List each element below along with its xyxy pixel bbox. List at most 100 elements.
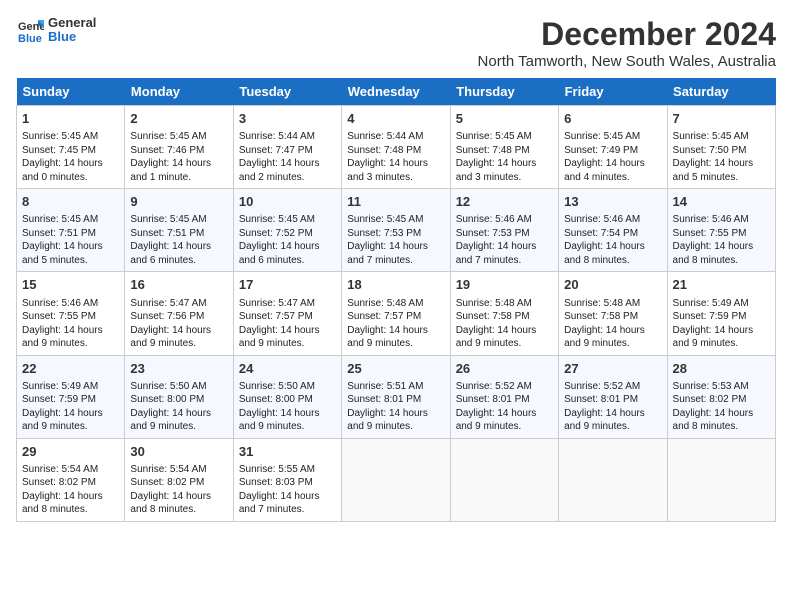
- logo: General Blue General Blue: [16, 16, 96, 45]
- day-number: 3: [239, 110, 336, 128]
- calendar-cell: 13 Sunrise: 5:46 AM Sunset: 7:54 PM Dayli…: [559, 189, 667, 272]
- day-info: Sunrise: 5:44 AM Sunset: 7:47 PM Dayligh…: [239, 130, 336, 184]
- day-number: 6: [564, 110, 661, 128]
- day-info: Sunrise: 5:45 AM Sunset: 7:53 PM Dayligh…: [347, 213, 444, 267]
- day-number: 9: [130, 193, 227, 211]
- day-info: Sunrise: 5:45 AM Sunset: 7:45 PM Dayligh…: [22, 130, 119, 184]
- header-friday: Friday: [559, 78, 667, 106]
- day-number: 14: [673, 193, 770, 211]
- day-info: Sunrise: 5:46 AM Sunset: 7:55 PM Dayligh…: [673, 213, 770, 267]
- day-info: Sunrise: 5:48 AM Sunset: 7:58 PM Dayligh…: [564, 297, 661, 351]
- calendar-header-row: SundayMondayTuesdayWednesdayThursdayFrid…: [17, 78, 776, 106]
- calendar-cell: [559, 438, 667, 521]
- calendar-cell: 28 Sunrise: 5:53 AM Sunset: 8:02 PM Dayli…: [667, 355, 775, 438]
- calendar-cell: 5 Sunrise: 5:45 AM Sunset: 7:48 PM Daylig…: [450, 106, 558, 189]
- calendar-cell: 1 Sunrise: 5:45 AM Sunset: 7:45 PM Daylig…: [17, 106, 125, 189]
- day-number: 31: [239, 443, 336, 461]
- week-row-3: 15 Sunrise: 5:46 AM Sunset: 7:55 PM Dayli…: [17, 272, 776, 355]
- calendar-cell: 23 Sunrise: 5:50 AM Sunset: 8:00 PM Dayli…: [125, 355, 233, 438]
- title-area: December 2024 North Tamworth, New South …: [478, 16, 776, 70]
- header-monday: Monday: [125, 78, 233, 106]
- day-info: Sunrise: 5:50 AM Sunset: 8:00 PM Dayligh…: [130, 380, 227, 434]
- calendar-cell: 4 Sunrise: 5:44 AM Sunset: 7:48 PM Daylig…: [342, 106, 450, 189]
- day-info: Sunrise: 5:54 AM Sunset: 8:02 PM Dayligh…: [22, 463, 119, 517]
- calendar-cell: 26 Sunrise: 5:52 AM Sunset: 8:01 PM Dayli…: [450, 355, 558, 438]
- day-number: 5: [456, 110, 553, 128]
- calendar-cell: 11 Sunrise: 5:45 AM Sunset: 7:53 PM Dayli…: [342, 189, 450, 272]
- day-number: 2: [130, 110, 227, 128]
- day-info: Sunrise: 5:47 AM Sunset: 7:56 PM Dayligh…: [130, 297, 227, 351]
- logo-blue: Blue: [48, 30, 96, 44]
- calendar-cell: 20 Sunrise: 5:48 AM Sunset: 7:58 PM Dayli…: [559, 272, 667, 355]
- day-number: 18: [347, 276, 444, 294]
- day-number: 26: [456, 360, 553, 378]
- header-saturday: Saturday: [667, 78, 775, 106]
- day-number: 15: [22, 276, 119, 294]
- calendar-body: 1 Sunrise: 5:45 AM Sunset: 7:45 PM Daylig…: [17, 106, 776, 522]
- day-number: 21: [673, 276, 770, 294]
- day-number: 19: [456, 276, 553, 294]
- week-row-4: 22Sunrise: 5:49 AM Sunset: 7:59 PM Dayli…: [17, 355, 776, 438]
- day-info: Sunrise: 5:44 AM Sunset: 7:48 PM Dayligh…: [347, 130, 444, 184]
- day-info: Sunrise: 5:46 AM Sunset: 7:54 PM Dayligh…: [564, 213, 661, 267]
- day-number: 17: [239, 276, 336, 294]
- day-number: 25: [347, 360, 444, 378]
- day-info: Sunrise: 5:53 AM Sunset: 8:02 PM Dayligh…: [673, 380, 770, 434]
- day-number: 28: [673, 360, 770, 378]
- calendar-cell: 16 Sunrise: 5:47 AM Sunset: 7:56 PM Dayli…: [125, 272, 233, 355]
- calendar-cell: 29 Sunrise: 5:54 AM Sunset: 8:02 PM Dayli…: [17, 438, 125, 521]
- day-number: 20: [564, 276, 661, 294]
- day-number: 13: [564, 193, 661, 211]
- day-number: 29: [22, 443, 119, 461]
- day-number: 12: [456, 193, 553, 211]
- calendar-cell: [342, 438, 450, 521]
- svg-text:Blue: Blue: [18, 33, 42, 44]
- calendar-cell: 6Sunrise: 5:45 AM Sunset: 7:49 PM Daylig…: [559, 106, 667, 189]
- day-number: 4: [347, 110, 444, 128]
- day-number: 24: [239, 360, 336, 378]
- day-info: Sunrise: 5:46 AM Sunset: 7:53 PM Dayligh…: [456, 213, 553, 267]
- calendar-cell: 9 Sunrise: 5:45 AM Sunset: 7:51 PM Daylig…: [125, 189, 233, 272]
- day-number: 27: [564, 360, 661, 378]
- day-info: Sunrise: 5:51 AM Sunset: 8:01 PM Dayligh…: [347, 380, 444, 434]
- calendar-cell: 15 Sunrise: 5:46 AM Sunset: 7:55 PM Dayli…: [17, 272, 125, 355]
- day-info: Sunrise: 5:52 AM Sunset: 8:01 PM Dayligh…: [564, 380, 661, 434]
- day-number: 10: [239, 193, 336, 211]
- calendar-cell: 2 Sunrise: 5:45 AM Sunset: 7:46 PM Daylig…: [125, 106, 233, 189]
- day-info: Sunrise: 5:45 AM Sunset: 7:51 PM Dayligh…: [130, 213, 227, 267]
- calendar-table: SundayMondayTuesdayWednesdayThursdayFrid…: [16, 78, 776, 522]
- calendar-cell: 19 Sunrise: 5:48 AM Sunset: 7:58 PM Dayli…: [450, 272, 558, 355]
- calendar-cell: 14 Sunrise: 5:46 AM Sunset: 7:55 PM Dayli…: [667, 189, 775, 272]
- day-number: 11: [347, 193, 444, 211]
- day-info: Sunrise: 5:48 AM Sunset: 7:58 PM Dayligh…: [456, 297, 553, 351]
- day-number: 7: [673, 110, 770, 128]
- day-info: Sunrise: 5:45 AM Sunset: 7:48 PM Dayligh…: [456, 130, 553, 184]
- day-info: Sunrise: 5:46 AM Sunset: 7:55 PM Dayligh…: [22, 297, 119, 351]
- day-number: 30: [130, 443, 227, 461]
- day-info: Sunrise: 5:45 AM Sunset: 7:52 PM Dayligh…: [239, 213, 336, 267]
- header-thursday: Thursday: [450, 78, 558, 106]
- calendar-cell: 17Sunrise: 5:47 AM Sunset: 7:57 PM Dayli…: [233, 272, 341, 355]
- day-info: Sunrise: 5:54 AM Sunset: 8:02 PM Dayligh…: [130, 463, 227, 517]
- calendar-cell: 3 Sunrise: 5:44 AM Sunset: 7:47 PM Daylig…: [233, 106, 341, 189]
- calendar-cell: 7Sunrise: 5:45 AM Sunset: 7:50 PM Daylig…: [667, 106, 775, 189]
- day-info: Sunrise: 5:49 AM Sunset: 7:59 PM Dayligh…: [673, 297, 770, 351]
- day-number: 22: [22, 360, 119, 378]
- month-title: December 2024: [478, 16, 776, 53]
- calendar-cell: 12 Sunrise: 5:46 AM Sunset: 7:53 PM Dayli…: [450, 189, 558, 272]
- location-title: North Tamworth, New South Wales, Austral…: [478, 53, 776, 70]
- day-info: Sunrise: 5:48 AM Sunset: 7:57 PM Dayligh…: [347, 297, 444, 351]
- week-row-5: 29 Sunrise: 5:54 AM Sunset: 8:02 PM Dayli…: [17, 438, 776, 521]
- day-info: Sunrise: 5:55 AM Sunset: 8:03 PM Dayligh…: [239, 463, 336, 517]
- calendar-cell: 22Sunrise: 5:49 AM Sunset: 7:59 PM Dayli…: [17, 355, 125, 438]
- calendar-cell: 27 Sunrise: 5:52 AM Sunset: 8:01 PM Dayli…: [559, 355, 667, 438]
- calendar-cell: 30 Sunrise: 5:54 AM Sunset: 8:02 PM Dayli…: [125, 438, 233, 521]
- day-number: 16: [130, 276, 227, 294]
- calendar-cell: 10 Sunrise: 5:45 AM Sunset: 7:52 PM Dayli…: [233, 189, 341, 272]
- day-number: 23: [130, 360, 227, 378]
- day-info: Sunrise: 5:45 AM Sunset: 7:46 PM Dayligh…: [130, 130, 227, 184]
- day-info: Sunrise: 5:52 AM Sunset: 8:01 PM Dayligh…: [456, 380, 553, 434]
- day-number: 8: [22, 193, 119, 211]
- day-info: Sunrise: 5:45 AM Sunset: 7:51 PM Dayligh…: [22, 213, 119, 267]
- day-number: 1: [22, 110, 119, 128]
